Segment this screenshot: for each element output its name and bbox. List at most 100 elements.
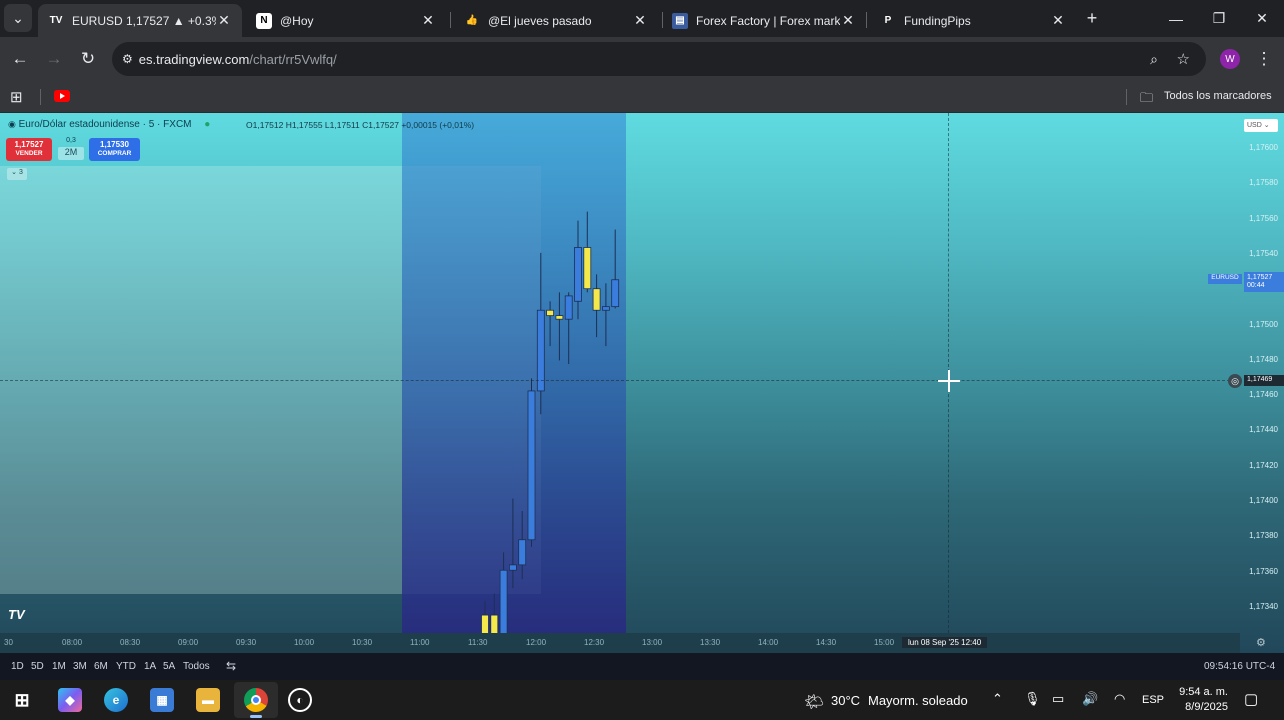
candle-body <box>574 247 582 302</box>
tab-title: FundingPips <box>904 13 971 28</box>
tab-tradingview[interactable]: TV EURUSD 1,17527 ▲ +0.3% (H ✕ <box>38 4 242 37</box>
language-indicator[interactable]: ESP <box>1142 694 1164 706</box>
microphone-icon[interactable]: 🎙 <box>1024 691 1041 707</box>
buy-button[interactable]: 1,17530 COMPRAR <box>89 138 140 161</box>
tab-forex-factory[interactable]: ▤ Forex Factory | Forex market ✕ <box>662 4 866 37</box>
time-tick-label: 11:30 <box>468 638 488 647</box>
close-tab-icon[interactable]: ✕ <box>632 12 648 29</box>
current-price-tag: 1,17527 00:44 <box>1244 272 1284 292</box>
forex-factory-icon: ▤ <box>672 12 688 29</box>
symbol-legend[interactable]: ◉ Euro/Dólar estadounidense · 5 · FXCM ● <box>8 119 210 130</box>
close-tab-icon[interactable]: ✕ <box>216 12 232 29</box>
reload-button[interactable]: ↻ <box>74 45 102 73</box>
chrome-taskbar-button[interactable] <box>234 682 278 718</box>
ohlc-values: O1,17512 H1,17555 L1,17511 C1,17527 +0,0… <box>246 120 475 130</box>
browser-toolbar: ← → ↻ ⚙ es.tradingview.com/chart/rr5Vwlf… <box>0 37 1284 81</box>
weather-temp[interactable]: 30°C <box>831 693 860 708</box>
clock-date: 8/9/2025 <box>1185 701 1228 713</box>
tab-el-jueves[interactable]: 👍 @El jueves pasado ✕ <box>454 4 658 37</box>
chrome-icon <box>244 688 268 712</box>
system-clock[interactable]: 9:54 a. m. 8/9/2025 <box>1172 685 1228 715</box>
file-explorer-icon[interactable]: ▬ <box>196 688 220 712</box>
tab-fundingpips[interactable]: P FundingPips ✕ <box>870 4 1076 37</box>
price-tick-label: 1,17340 <box>1249 601 1278 611</box>
price-tick-label: 1,17440 <box>1249 425 1278 435</box>
close-tab-icon[interactable]: ✕ <box>1050 12 1066 29</box>
range-5d[interactable]: 5D <box>31 661 44 672</box>
new-tab-button[interactable]: + <box>1078 0 1106 37</box>
zoom-icon[interactable]: ⌕ <box>1150 51 1158 68</box>
weather-description[interactable]: Mayorm. soleado <box>868 693 968 708</box>
range-5a[interactable]: 5A <box>163 661 175 672</box>
time-tick-label: 10:00 <box>294 638 315 647</box>
price-tick-label: 1,17500 <box>1249 319 1278 329</box>
wifi-icon[interactable]: ◠ <box>1114 691 1125 707</box>
restore-button[interactable]: ❐ <box>1197 0 1241 37</box>
time-tick-label: 13:00 <box>642 638 663 647</box>
market-open-dot-icon: ● <box>204 119 211 130</box>
add-alert-icon[interactable]: ◎ <box>1228 374 1242 388</box>
all-bookmarks-link[interactable]: Todos los marcadores <box>1164 90 1272 102</box>
bookmark-star-icon[interactable]: ☆ <box>1177 50 1190 68</box>
utc-clock[interactable]: 09:54:16 UTC-4 <box>1204 661 1275 672</box>
obs-icon[interactable]: ◐ <box>288 688 312 712</box>
buy-price: 1,17530 <box>100 140 129 149</box>
back-button[interactable]: ← <box>6 45 34 73</box>
tab-hoy[interactable]: N @Hoy ✕ <box>246 4 446 37</box>
price-tick-label: 1,17460 <box>1249 390 1278 400</box>
forward-button[interactable]: → <box>40 45 68 73</box>
minimize-button[interactable]: — <box>1154 0 1198 37</box>
address-bar[interactable]: ⚙ es.tradingview.com/chart/rr5Vwlfq/ ⌕ ☆ <box>112 42 1206 76</box>
store-icon[interactable]: ▦ <box>150 688 174 712</box>
date-range-calendar-icon[interactable]: ⇆ <box>226 659 236 673</box>
profile-avatar[interactable]: W <box>1220 49 1240 69</box>
currency-select[interactable]: USD ⌄ <box>1244 119 1278 132</box>
close-tab-icon[interactable]: ✕ <box>420 12 436 29</box>
arrow-left-icon: ← <box>11 49 29 68</box>
edge-icon[interactable]: e <box>104 688 128 712</box>
apps-grid-icon[interactable]: ⊞ <box>10 88 23 106</box>
crosshair-time-label: lun 08 Sep '25 12:40 <box>902 637 988 648</box>
weather-sun-icon: 🌤 <box>804 694 825 711</box>
settings-gear-icon[interactable]: ⚙ <box>1256 636 1266 649</box>
quantity-field[interactable]: 2M <box>58 147 84 160</box>
range-1m[interactable]: 1M <box>52 661 66 672</box>
range-1a[interactable]: 1A <box>144 661 156 672</box>
range-all[interactable]: Todos <box>183 661 210 672</box>
tradingview-logo[interactable]: TV <box>8 607 25 622</box>
volume-icon[interactable]: 🔊 <box>1082 691 1098 707</box>
candle-body <box>611 279 620 308</box>
time-axis[interactable]: 30 08:00 08:30 09:00 09:30 10:00 10:30 11:00 11:… <box>0 633 1240 653</box>
site-info-icon[interactable]: ⚙ <box>122 52 133 66</box>
time-tick-label: 14:00 <box>758 638 779 647</box>
tab-title: Forex Factory | Forex market <box>696 13 840 28</box>
price-tick-label: 1,17360 <box>1249 566 1278 576</box>
close-window-button[interactable]: ✕ <box>1240 0 1284 37</box>
range-1d[interactable]: 1D <box>11 661 24 672</box>
notion-icon: N <box>256 12 272 29</box>
range-6m[interactable]: 6M <box>94 661 108 672</box>
chevron-down-icon: ⌄ <box>11 169 19 176</box>
menu-icon[interactable]: ⋮ <box>1250 45 1278 73</box>
price-tick-label: 1,17480 <box>1249 354 1278 364</box>
tab-search-button[interactable]: ⌄ <box>4 4 32 32</box>
fundingpips-icon: P <box>884 15 892 26</box>
tradingview-chart[interactable]: ◉ Euro/Dólar estadounidense · 5 · FXCM ●… <box>0 113 1284 653</box>
candle-body <box>481 614 489 633</box>
windows-start-icon[interactable]: ⊞ <box>10 688 34 712</box>
price-axis[interactable]: USD ⌄ 1,17600 1,17580 1,17560 1,17540 1,1752… <box>1240 113 1284 633</box>
range-ytd[interactable]: YTD <box>116 661 136 672</box>
candle-body <box>546 309 554 317</box>
candle-body <box>536 309 545 392</box>
sell-button[interactable]: 1,17527 VENDER <box>6 138 52 161</box>
copilot-icon[interactable]: ◆ <box>58 688 82 712</box>
indicators-toggle[interactable]: ⌄ 3 <box>7 168 27 180</box>
time-tick-label: 08:30 <box>120 638 141 647</box>
close-tab-icon[interactable]: ✕ <box>840 12 856 29</box>
time-tick-label: 14:30 <box>816 638 837 647</box>
range-3m[interactable]: 3M <box>73 661 87 672</box>
chevron-up-icon[interactable]: ⌃ <box>992 691 1003 707</box>
notification-icon[interactable]: ▢ <box>1244 690 1258 708</box>
youtube-icon[interactable] <box>54 90 70 102</box>
battery-icon[interactable]: ▭ <box>1052 691 1064 707</box>
